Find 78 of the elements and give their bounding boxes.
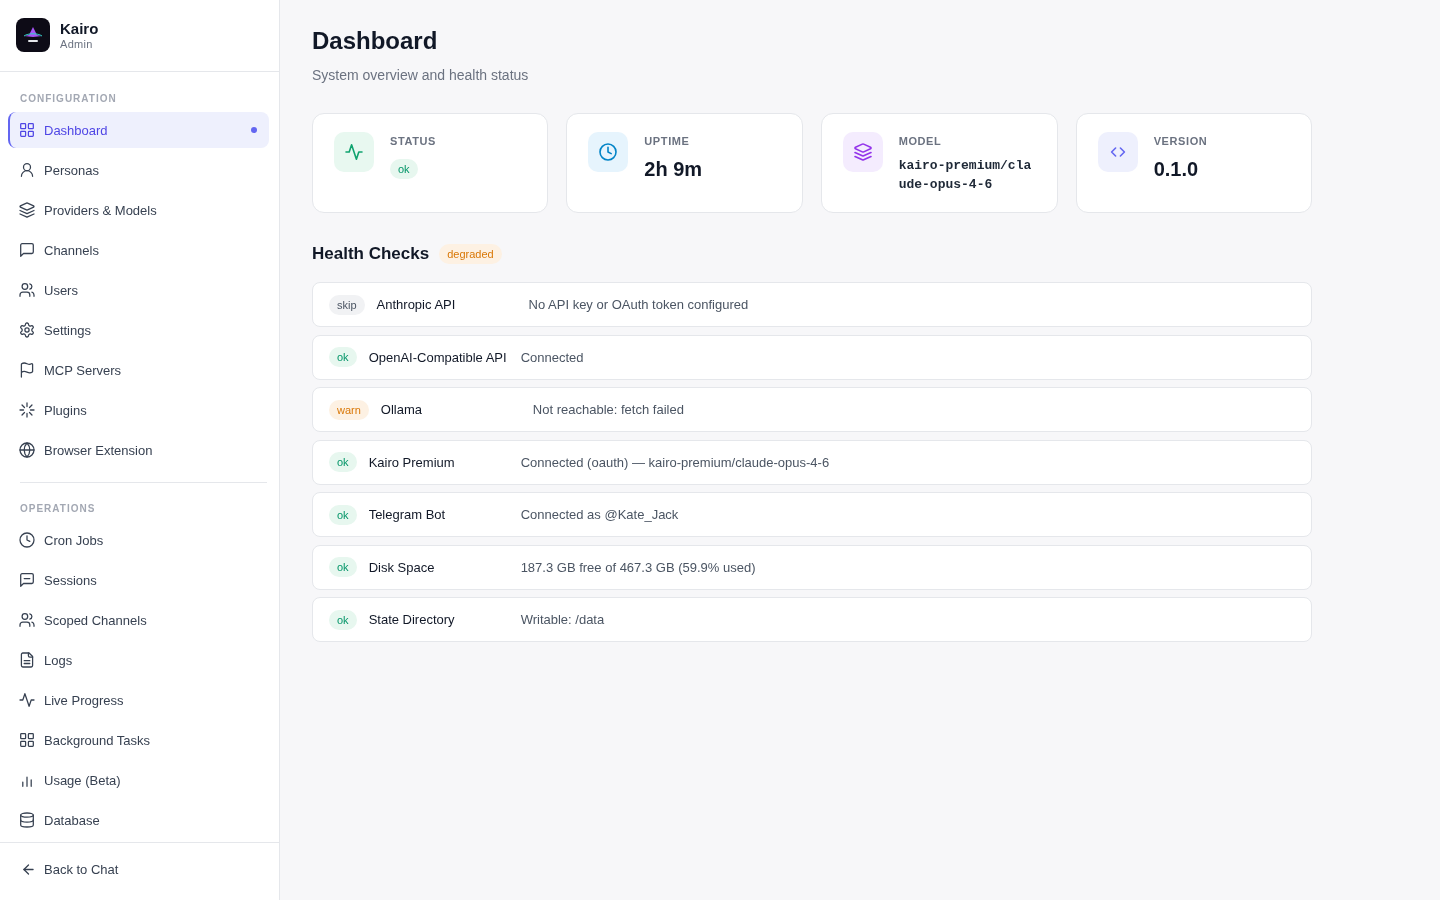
layers-icon xyxy=(842,132,883,172)
status-badge: ok xyxy=(390,159,418,179)
check-name: Anthropic API xyxy=(376,297,457,312)
section-label: CONFIGURATION xyxy=(20,93,117,104)
check-name: Telegram Bot xyxy=(368,507,447,522)
nav-item[interactable]: Usage (Beta) xyxy=(8,762,269,798)
document-icon xyxy=(20,653,34,667)
stat-label: STATUS xyxy=(390,134,436,148)
users-icon xyxy=(20,283,34,297)
nav-item[interactable]: Personas xyxy=(8,152,269,188)
stat-label: MODEL xyxy=(898,134,942,148)
app-name: Kairo xyxy=(60,20,99,37)
layers-icon xyxy=(20,203,34,217)
chat-bubble-icon xyxy=(20,243,34,257)
check-detail: No API key or OAuth token configured xyxy=(528,297,749,312)
clock-icon xyxy=(20,533,34,547)
database-icon xyxy=(20,813,34,827)
check-name: Ollama xyxy=(380,402,424,417)
nav-item[interactable]: Channels xyxy=(8,232,269,268)
logo-icon xyxy=(16,18,50,52)
flag-icon xyxy=(20,363,34,377)
nav-item[interactable]: MCP Servers xyxy=(8,352,269,388)
pulse-icon xyxy=(334,132,374,172)
user-icon xyxy=(20,163,34,177)
check-name: OpenAI-Compatible API xyxy=(368,349,508,365)
arrow-left-icon xyxy=(22,863,35,876)
section-label: OPERATIONS xyxy=(20,503,96,514)
check-name: State Directory xyxy=(368,612,456,627)
burst-icon xyxy=(20,403,34,417)
nav-item[interactable]: Scoped Channels xyxy=(8,602,269,638)
pulse-icon xyxy=(20,693,34,707)
grid-icon xyxy=(20,123,34,137)
settings-icon xyxy=(20,323,34,337)
status-badge: ok xyxy=(329,504,357,525)
nav-item[interactable]: Sessions xyxy=(8,562,269,598)
nav-item[interactable]: Dashboard xyxy=(8,112,269,148)
clock-icon xyxy=(588,132,629,172)
page-subtitle: System overview and health status xyxy=(312,66,530,84)
page-title: Dashboard xyxy=(312,26,439,56)
nav-item[interactable]: Live Progress xyxy=(8,682,269,718)
nav-item[interactable]: Cron Jobs xyxy=(8,522,269,558)
grid-icon xyxy=(20,733,34,747)
status-badge: ok xyxy=(329,452,357,472)
nav-item[interactable]: Logs xyxy=(8,642,269,678)
app-subtitle: Admin xyxy=(60,38,94,50)
nav-item[interactable]: Browser Extension xyxy=(8,432,269,468)
stat-value: 2h 9m xyxy=(644,157,703,181)
check-detail: Connected xyxy=(520,349,584,365)
nav-item[interactable]: Providers & Models xyxy=(8,192,269,228)
status-badge: ok xyxy=(329,609,357,630)
stat-value: kairo-premium/claude-opus-4-6 xyxy=(898,157,1033,194)
back-link[interactable]: Back to Chat xyxy=(20,858,121,881)
check-name: Kairo Premium xyxy=(368,454,456,470)
check-detail: Not reachable: fetch failed xyxy=(532,402,684,417)
dot-icon xyxy=(251,127,257,133)
check-detail: Writable: /data xyxy=(520,612,605,627)
globe-icon xyxy=(20,443,34,457)
status-badge: skip xyxy=(329,294,365,315)
status-badge: warn xyxy=(329,399,369,420)
users-icon xyxy=(20,613,34,627)
stat-label: UPTIME xyxy=(644,134,690,148)
status-badge: degraded xyxy=(439,244,502,264)
status-badge: ok xyxy=(329,347,357,367)
chat-bubble-icon xyxy=(20,573,34,587)
nav-item[interactable]: Users xyxy=(8,272,269,308)
status-badge: ok xyxy=(329,557,357,577)
check-detail: Connected as @Kate_Jack xyxy=(520,507,679,522)
check-name: Disk Space xyxy=(368,559,436,575)
check-detail: 187.3 GB free of 467.3 GB (59.9% used) xyxy=(520,559,756,575)
code-icon xyxy=(1097,132,1138,172)
check-detail: Connected (oauth) — kairo-premium/claude-opus-4-6 xyxy=(520,454,830,470)
stat-label: VERSION xyxy=(1153,134,1208,148)
section-title: Health Checks xyxy=(312,243,430,265)
nav-item[interactable]: Background Tasks xyxy=(8,722,269,758)
nav-item[interactable]: Database xyxy=(8,802,269,838)
nav-item[interactable]: Plugins xyxy=(8,392,269,428)
stat-value: 0.1.0 xyxy=(1153,157,1199,181)
nav-item[interactable]: Settings xyxy=(8,312,269,348)
